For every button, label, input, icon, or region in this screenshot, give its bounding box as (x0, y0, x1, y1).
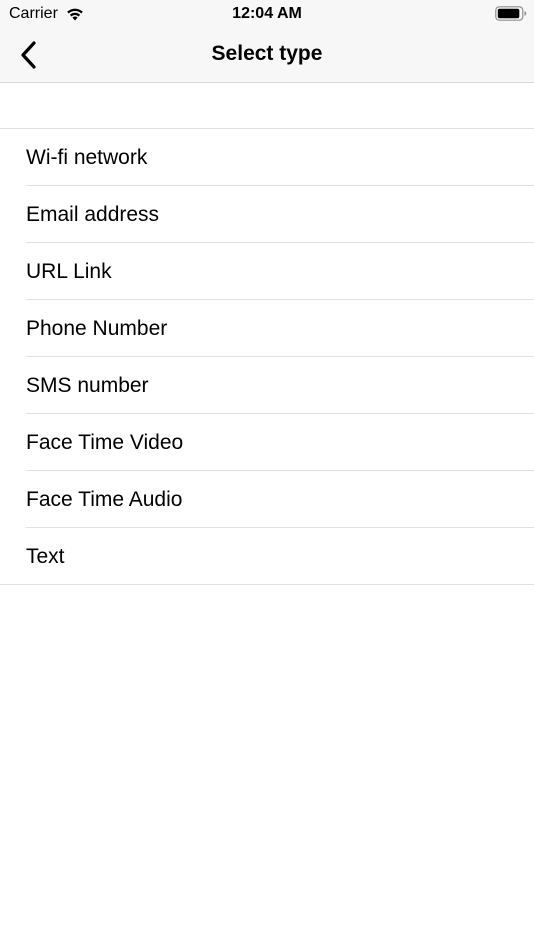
battery-icon (495, 6, 527, 21)
type-list: Wi-fi network Email address URL Link Pho… (0, 129, 534, 585)
list-item-url-link[interactable]: URL Link (0, 243, 534, 300)
list-item-email-address[interactable]: Email address (0, 186, 534, 243)
list-item-label: URL Link (26, 260, 112, 283)
page-title: Select type (211, 42, 323, 65)
list-item-facetime-audio[interactable]: Face Time Audio (0, 471, 534, 528)
list-item-wifi-network[interactable]: Wi-fi network (0, 129, 534, 186)
list-item-label: Face Time Video (26, 431, 184, 454)
navigation-bar: Select type (0, 28, 534, 82)
status-time: 12:04 AM (232, 5, 302, 22)
list-item-facetime-video[interactable]: Face Time Video (0, 414, 534, 471)
top-bar: Carrier 12:04 AM Select type (0, 0, 534, 83)
list-item-label: Text (26, 545, 65, 568)
status-bar: Carrier 12:04 AM (0, 0, 534, 28)
list-item-sms-number[interactable]: SMS number (0, 357, 534, 414)
section-header-spacer (0, 83, 534, 129)
list-item-phone-number[interactable]: Phone Number (0, 300, 534, 357)
list-item-label: Phone Number (26, 317, 168, 340)
list-item-text[interactable]: Text (0, 528, 534, 585)
row-separator (0, 584, 534, 585)
list-item-label: Wi-fi network (26, 146, 148, 169)
list-item-label: SMS number (26, 374, 149, 397)
list-item-label: Face Time Audio (26, 488, 183, 511)
list-item-label: Email address (26, 203, 160, 226)
select-type-screen: Carrier 12:04 AM Select type Wi-fi netwo… (0, 0, 534, 950)
